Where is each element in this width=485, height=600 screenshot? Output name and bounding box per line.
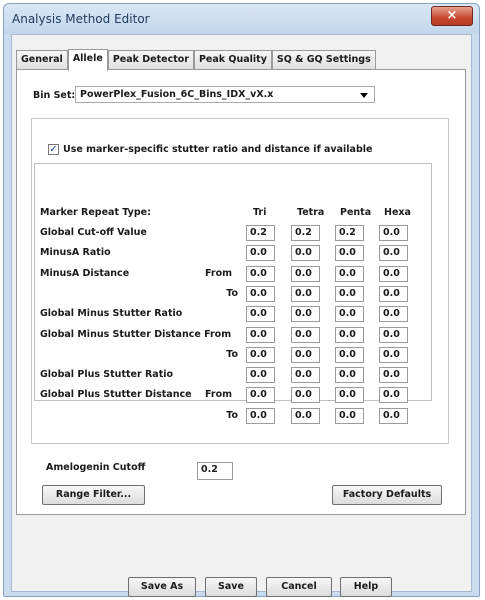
grid-value-input-hexa[interactable]: 0.0 xyxy=(379,347,408,363)
grid-value-input-hexa[interactable]: 0.0 xyxy=(379,245,408,261)
grid-value-input-hexa[interactable]: 0.0 xyxy=(379,225,408,241)
bin-set-dropdown[interactable]: PowerPlex_Fusion_6C_Bins_IDX_vX.x xyxy=(75,86,375,103)
grid-row-label: Global Minus Stutter Ratio xyxy=(40,308,183,319)
grid-value-input-penta[interactable]: 0.0 xyxy=(335,266,364,282)
grid-value-input-tetra[interactable]: 0.0 xyxy=(291,245,320,261)
amelogenin-cutoff-input[interactable]: 0.2 xyxy=(197,462,233,480)
tab-allele[interactable]: Allele xyxy=(67,49,108,71)
grid-value-input-hexa[interactable]: 0.0 xyxy=(379,367,408,383)
grid-value-input-tri[interactable]: 0.0 xyxy=(246,367,275,383)
grid-row-range-label: To xyxy=(226,410,238,421)
grid-value-input-tetra[interactable]: 0.2 xyxy=(291,225,320,241)
grid-value-input-hexa[interactable]: 0.0 xyxy=(379,266,408,282)
stutter-grid xyxy=(34,163,432,401)
range-filter-button[interactable]: Range Filter... xyxy=(42,485,145,505)
grid-value-input-tetra[interactable]: 0.0 xyxy=(291,387,320,403)
bin-set-value: PowerPlex_Fusion_6C_Bins_IDX_vX.x xyxy=(80,89,274,100)
dialog-body: General Allele Peak Detector Peak Qualit… xyxy=(11,34,472,597)
grid-value-input-tri[interactable]: 0.0 xyxy=(246,306,275,322)
grid-value-input-hexa[interactable]: 0.0 xyxy=(379,286,408,302)
factory-defaults-button[interactable]: Factory Defaults xyxy=(332,485,442,505)
grid-value-input-hexa[interactable]: 0.0 xyxy=(379,387,408,403)
save-button[interactable]: Save xyxy=(205,577,257,597)
grid-row-label: Global Minus Stutter Distance From xyxy=(40,329,232,340)
tab-peak-detector[interactable]: Peak Detector xyxy=(107,50,194,70)
grid-row-label: Global Plus Stutter Distance xyxy=(40,389,192,400)
grid-value-input-hexa[interactable]: 0.0 xyxy=(379,306,408,322)
grid-value-input-penta[interactable]: 0.0 xyxy=(335,387,364,403)
grid-value-input-penta[interactable]: 0.0 xyxy=(335,306,364,322)
marker-specific-label: Use marker-specific stutter ratio and di… xyxy=(63,144,373,155)
grid-value-input-tri[interactable]: 0.2 xyxy=(246,225,275,241)
marker-specific-checkbox[interactable]: ✓ xyxy=(48,144,59,155)
grid-row-label: MinusA Distance xyxy=(40,268,130,279)
grid-row-range-label: From xyxy=(205,268,232,279)
grid-row-label: Global Cut-off Value xyxy=(40,227,147,238)
grid-value-input-tri[interactable]: 0.0 xyxy=(246,327,275,343)
grid-value-input-penta[interactable]: 0.2 xyxy=(335,225,364,241)
grid-value-input-tri[interactable]: 0.0 xyxy=(246,286,275,302)
grid-value-input-penta[interactable]: 0.0 xyxy=(335,245,364,261)
chevron-down-icon xyxy=(360,93,368,98)
grid-value-input-tri[interactable]: 0.0 xyxy=(246,245,275,261)
column-header-penta: Penta xyxy=(340,207,372,218)
grid-row-range-label: From xyxy=(205,389,232,400)
grid-value-input-penta[interactable]: 0.0 xyxy=(335,347,364,363)
grid-value-input-tetra[interactable]: 0.0 xyxy=(291,367,320,383)
save-as-button[interactable]: Save As xyxy=(128,577,196,597)
grid-value-input-penta[interactable]: 0.0 xyxy=(335,327,364,343)
amelogenin-cutoff-label: Amelogenin Cutoff xyxy=(46,462,146,473)
grid-value-input-tri[interactable]: 0.0 xyxy=(246,387,275,403)
column-header-tri: Tri xyxy=(253,207,267,218)
grid-row-label: Global Plus Stutter Ratio xyxy=(40,369,174,380)
grid-row-range-label: To xyxy=(226,288,238,299)
marker-repeat-type-header: Marker Repeat Type: xyxy=(40,207,151,218)
grid-value-input-penta[interactable]: 0.0 xyxy=(335,408,364,424)
analysis-method-editor-window: Analysis Method Editor × General Allele … xyxy=(3,3,480,597)
tab-strip: General Allele Peak Detector Peak Qualit… xyxy=(16,49,376,71)
grid-value-input-tri[interactable]: 0.0 xyxy=(246,266,275,282)
tab-general[interactable]: General xyxy=(16,50,68,70)
grid-value-input-tetra[interactable]: 0.0 xyxy=(291,408,320,424)
grid-value-input-tri[interactable]: 0.0 xyxy=(246,408,275,424)
column-header-tetra: Tetra xyxy=(297,207,325,218)
help-button[interactable]: Help xyxy=(340,577,392,597)
tab-peak-quality[interactable]: Peak Quality xyxy=(193,50,272,70)
grid-value-input-tetra[interactable]: 0.0 xyxy=(291,306,320,322)
grid-value-input-tetra[interactable]: 0.0 xyxy=(291,327,320,343)
grid-value-input-tetra[interactable]: 0.0 xyxy=(291,266,320,282)
title-bar[interactable]: Analysis Method Editor × xyxy=(4,4,479,34)
grid-value-input-penta[interactable]: 0.0 xyxy=(335,286,364,302)
grid-row-label: MinusA Ratio xyxy=(40,247,111,258)
grid-value-input-tetra[interactable]: 0.0 xyxy=(291,347,320,363)
grid-row-range-label: To xyxy=(226,349,238,360)
tab-sq-gq-settings[interactable]: SQ & GQ Settings xyxy=(271,50,376,70)
cancel-button[interactable]: Cancel xyxy=(266,577,332,597)
close-button[interactable]: × xyxy=(431,6,473,26)
grid-value-input-hexa[interactable]: 0.0 xyxy=(379,408,408,424)
grid-value-input-penta[interactable]: 0.0 xyxy=(335,367,364,383)
bin-set-label: Bin Set: xyxy=(33,90,76,101)
grid-value-input-tetra[interactable]: 0.0 xyxy=(291,286,320,302)
window-title: Analysis Method Editor xyxy=(12,12,150,26)
grid-value-input-tri[interactable]: 0.0 xyxy=(246,347,275,363)
grid-value-input-hexa[interactable]: 0.0 xyxy=(379,327,408,343)
column-header-hexa: Hexa xyxy=(384,207,411,218)
